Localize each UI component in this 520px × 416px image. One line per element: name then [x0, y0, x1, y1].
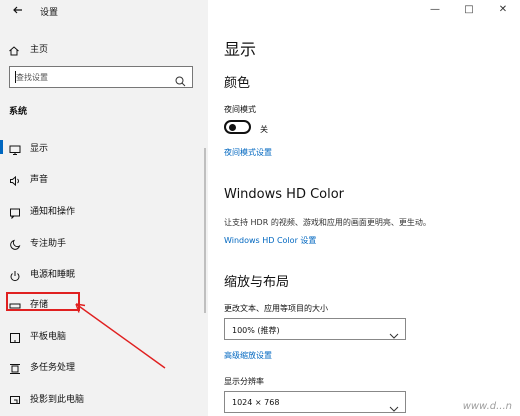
resolution-dropdown-value: 1024 × 768	[232, 398, 280, 407]
sidebar-item-power-sleep[interactable]: 电源和睡眠	[0, 260, 204, 286]
night-light-label: 夜间模式	[224, 105, 256, 114]
notification-icon	[9, 204, 21, 220]
sidebar-scrollbar[interactable]	[204, 148, 206, 313]
sidebar-item-notifications[interactable]: 通知和操作	[0, 197, 204, 223]
chevron-down-icon	[389, 325, 399, 339]
close-button[interactable]: ✕	[486, 0, 520, 20]
power-icon	[9, 267, 21, 282]
night-light-toggle[interactable]	[224, 120, 251, 134]
scale-dropdown[interactable]: 100% (推荐)	[224, 318, 406, 340]
maximize-button[interactable]: □	[452, 0, 486, 20]
search-input[interactable]	[16, 71, 166, 83]
sidebar-item-sound[interactable]: 声音	[0, 165, 204, 191]
sidebar-item-display[interactable]: 显示	[0, 134, 204, 160]
scale-layout-heading: 缩放与布局	[224, 275, 290, 290]
color-heading: 颜色	[224, 76, 251, 91]
tablet-icon	[9, 329, 21, 343]
speaker-icon	[9, 172, 21, 187]
project-icon	[9, 392, 21, 404]
night-light-settings-link[interactable]: 夜间模式设置	[224, 147, 272, 158]
page-title: 显示	[224, 40, 257, 59]
resolution-label: 显示分辨率	[224, 377, 264, 386]
app-title: 设置	[40, 8, 59, 18]
monitor-icon	[9, 141, 21, 155]
back-arrow-icon[interactable]	[8, 4, 28, 20]
toggle-state-label: 关	[260, 125, 268, 134]
sidebar-item-label: 声音	[30, 175, 49, 185]
sidebar-item-label: 电源和睡眠	[30, 270, 76, 280]
watermark: www.d...n	[462, 401, 512, 412]
active-indicator	[0, 140, 3, 154]
sidebar-item-label: 显示	[30, 144, 49, 154]
minimize-button[interactable]: —	[418, 0, 452, 20]
home-icon	[8, 42, 20, 56]
sidebar-item-label: 主页	[30, 44, 49, 55]
sidebar-item-focus-assist[interactable]: 专注助手	[0, 229, 204, 255]
resolution-dropdown[interactable]: 1024 × 768	[224, 391, 406, 413]
sidebar-item-home[interactable]: 主页	[8, 40, 198, 56]
search-icon[interactable]	[175, 72, 186, 87]
scale-label: 更改文本、应用等项目的大小	[224, 304, 328, 313]
scale-dropdown-value: 100% (推荐)	[232, 326, 280, 335]
sidebar-item-label: 投影到此电脑	[30, 395, 85, 405]
search-box[interactable]	[9, 66, 193, 88]
multitask-icon	[9, 360, 21, 374]
advanced-scaling-link[interactable]: 高级缩放设置	[224, 350, 272, 361]
toggle-knob	[229, 124, 236, 131]
sidebar-item-label: 通知和操作	[30, 207, 76, 217]
chevron-down-icon	[389, 398, 399, 412]
hd-color-description: 让支持 HDR 的视频、游戏和应用的画面更明亮、更生动。	[224, 218, 431, 227]
window-controls: — □ ✕	[418, 0, 520, 20]
hd-color-heading: Windows HD Color	[224, 187, 345, 202]
sidebar-item-label: 专注助手	[30, 239, 67, 249]
annotation-arrow	[75, 303, 166, 369]
hd-color-settings-link[interactable]: Windows HD Color 设置	[224, 235, 316, 246]
section-label: 系统	[9, 107, 28, 117]
sidebar-item-project[interactable]: 投影到此电脑	[0, 385, 204, 411]
moon-icon	[9, 236, 21, 250]
